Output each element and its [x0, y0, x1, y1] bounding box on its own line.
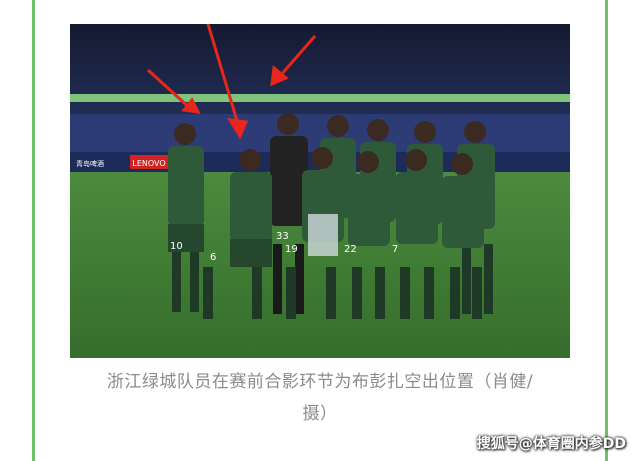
right-border [605, 0, 608, 461]
left-border [32, 0, 35, 461]
watermark: 搜狐号@体育圈内参DD [476, 436, 626, 452]
jersey-number: 7 [392, 244, 398, 255]
caption-line-1: 浙江绿城队员在赛前合影环节为布彭扎空出位置（肖健/ [106, 372, 534, 392]
article-page: LENOVO 青岛啤酒 10 33 6 19 22 7 浙江绿城队员在赛前合影环… [0, 0, 640, 461]
stadium-led-ribbon [70, 94, 570, 102]
jersey-number: 10 [170, 241, 183, 252]
ad-board-beer-text: 青岛啤酒 [76, 159, 104, 168]
clear-bag [308, 214, 338, 256]
jersey-number: 19 [285, 244, 298, 255]
photo-caption: 浙江绿城队员在赛前合影环节为布彭扎空出位置（肖健/ 摄） [50, 366, 590, 430]
jersey-number: 33 [276, 231, 289, 242]
team-photo-illustration: LENOVO 青岛啤酒 10 33 6 19 22 7 [70, 24, 570, 358]
jersey-number: 6 [210, 252, 216, 263]
team-photo: LENOVO 青岛啤酒 10 33 6 19 22 7 [70, 24, 570, 358]
caption-line-2: 摄） [302, 404, 338, 424]
jersey-number: 22 [344, 244, 357, 255]
ad-board-lenovo-text: LENOVO [132, 159, 165, 168]
